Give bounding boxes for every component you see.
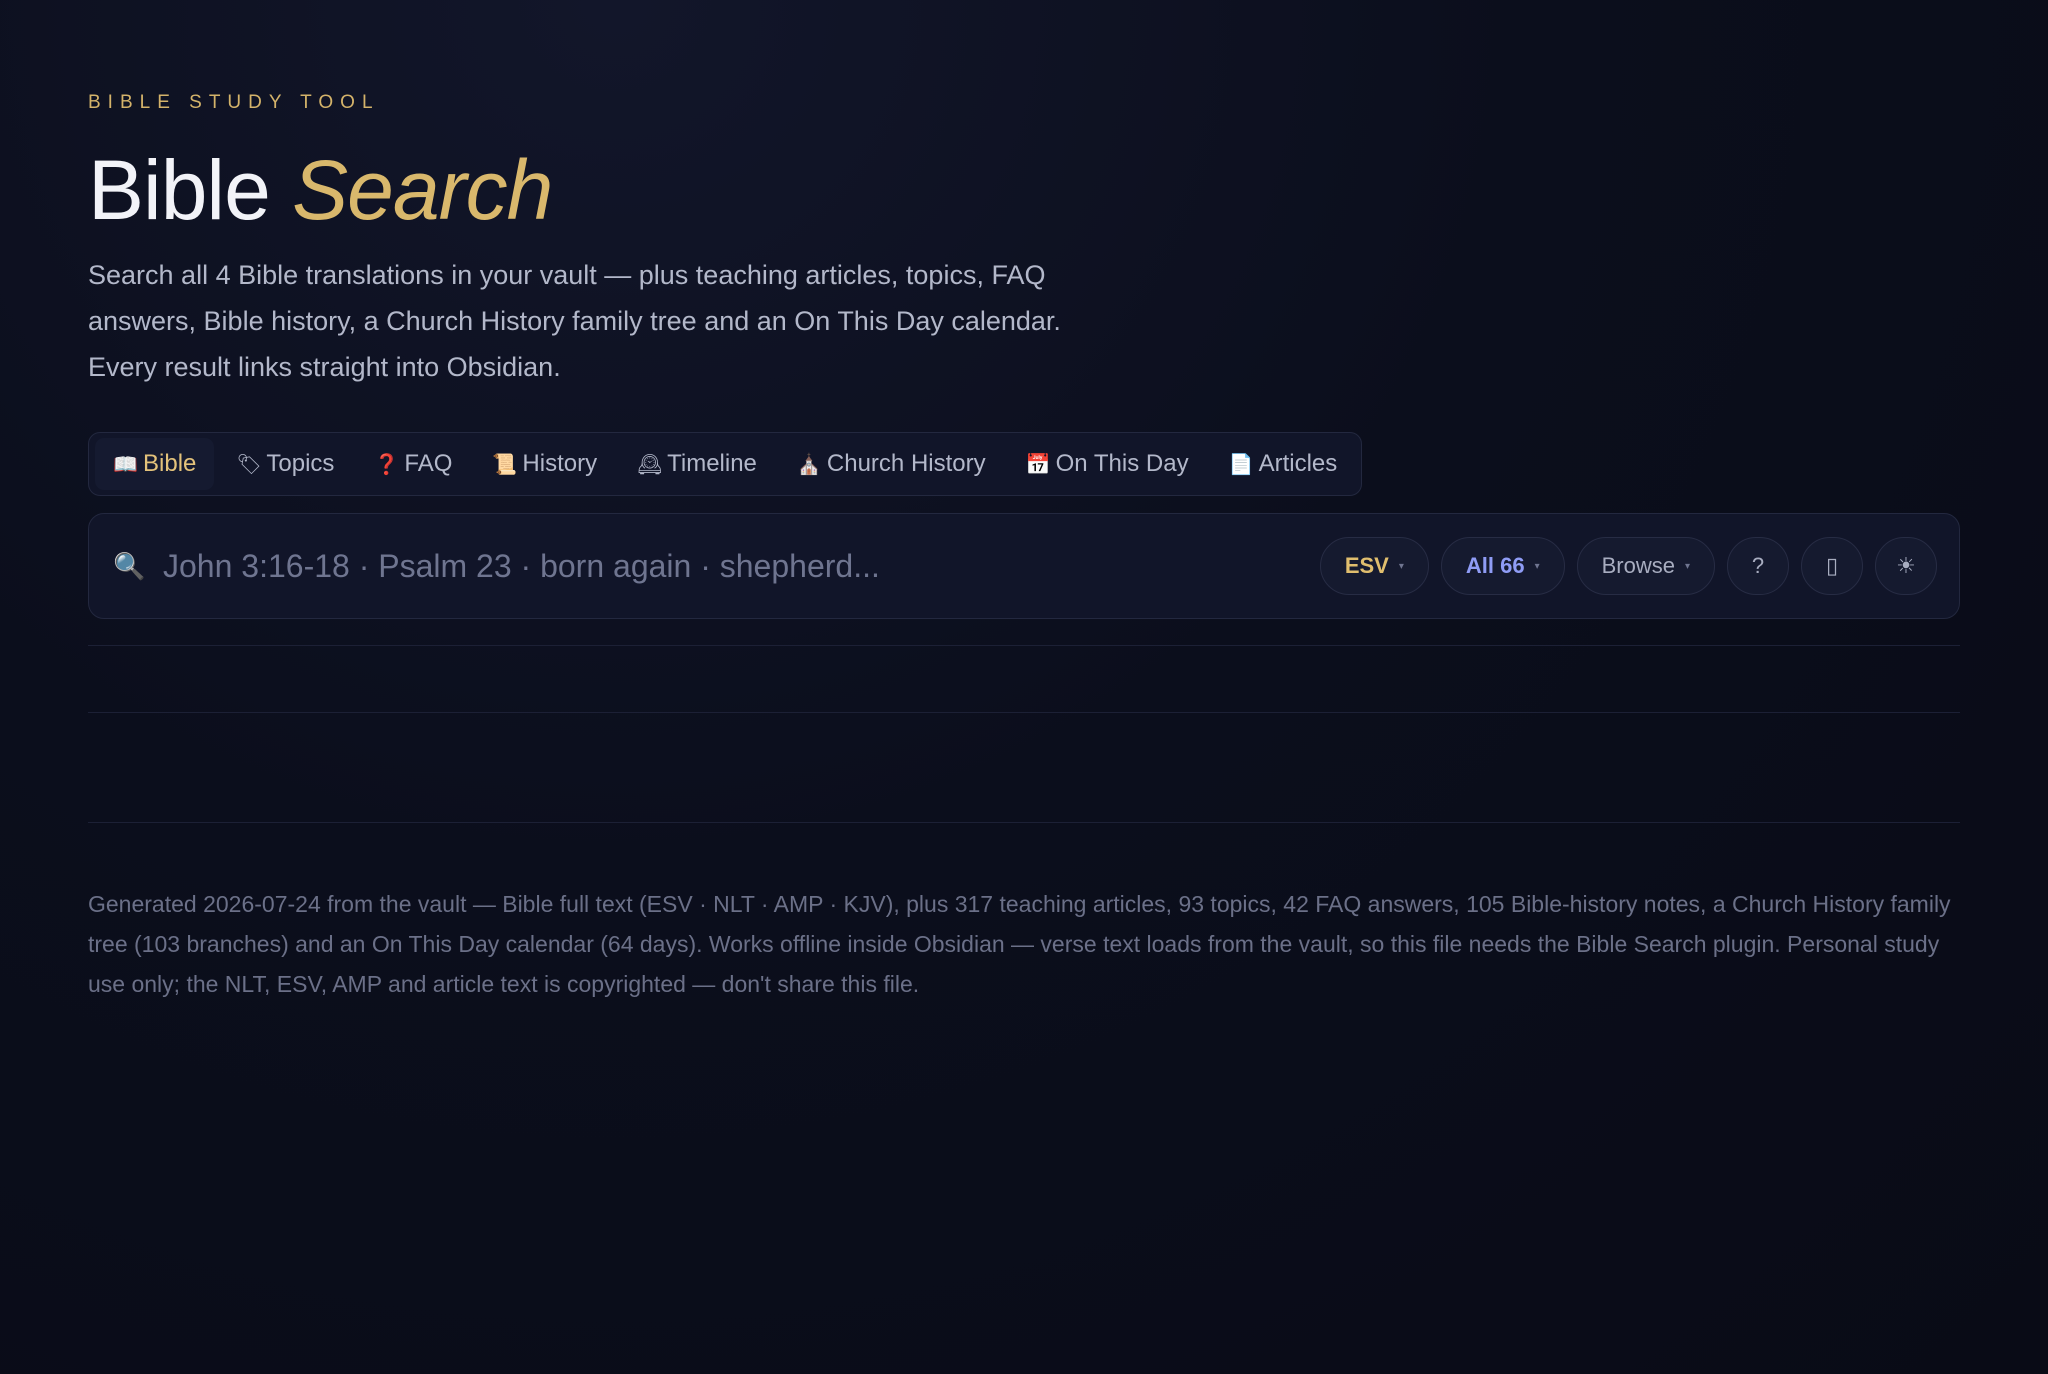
search-controls: ESV ▾ All 66 ▾ Browse ▾ ? ▯ ☀: [1319, 537, 1937, 595]
scope-dropdown[interactable]: All 66 ▾: [1440, 537, 1565, 595]
label-tag-icon: 🏷: [236, 453, 262, 476]
layout-icon: ▯: [1825, 553, 1839, 578]
help-button[interactable]: ?: [1727, 537, 1789, 595]
tab-faq[interactable]: ❓ FAQ: [356, 438, 470, 490]
divider: [88, 712, 1960, 713]
intro-text: Search all 4 Bible translations in your …: [88, 260, 1061, 382]
tab-bible[interactable]: 📖 Bible: [95, 438, 215, 490]
tab-on-this-day[interactable]: 📅 On This Day: [1008, 438, 1207, 490]
eyebrow-label: BIBLE STUDY TOOL: [88, 92, 380, 113]
scroll-icon: 📜: [492, 453, 518, 476]
tab-church-history[interactable]: ⛪ Church History: [779, 438, 1004, 490]
chevron-down-icon: ▾: [1684, 560, 1690, 572]
chevron-down-icon: ▾: [1534, 560, 1540, 572]
document-icon: 📄: [1228, 453, 1254, 476]
search-bar: 🔍 ESV ▾ All 66 ▾ Browse ▾ ? ▯ ☀: [88, 513, 1960, 619]
layout-toggle-button[interactable]: ▯: [1801, 537, 1863, 595]
footer-note: Generated 2026-07-24 from the vault — Bi…: [88, 891, 1951, 997]
tab-bar: 📖 Bible 🏷 Topics ❓ FAQ 📜 History 🕰 Timeline ⛪ Churc…: [88, 432, 1363, 496]
sun-icon: ☀: [1896, 553, 1916, 578]
tab-label: FAQ: [404, 450, 453, 477]
tab-label: Church History: [826, 450, 986, 477]
translation-label: ESV: [1344, 553, 1389, 578]
tab-label: Topics: [266, 450, 335, 477]
page-title: Bible Search: [88, 142, 553, 239]
question-mark-icon: ❓: [374, 453, 400, 476]
title-main: Bible: [88, 143, 271, 237]
browse-label: Browse: [1601, 553, 1675, 578]
chevron-down-icon: ▾: [1398, 560, 1404, 572]
search-icon: 🔍: [113, 550, 146, 581]
title-accent: Search: [292, 143, 553, 237]
tab-articles[interactable]: 📄 Articles: [1211, 438, 1356, 490]
clock-icon: 🕰: [637, 453, 663, 476]
divider: [88, 645, 1960, 646]
calendar-icon: 📅: [1025, 453, 1051, 476]
tab-history[interactable]: 📜 History: [474, 438, 615, 490]
tab-label: Articles: [1258, 450, 1338, 477]
tab-topics[interactable]: 🏷 Topics: [218, 438, 352, 490]
browse-dropdown[interactable]: Browse ▾: [1576, 537, 1715, 595]
tab-timeline[interactable]: 🕰 Timeline: [619, 438, 775, 490]
help-icon: ?: [1751, 553, 1765, 578]
tab-label: Timeline: [667, 450, 757, 477]
scope-label: All 66: [1465, 553, 1525, 578]
translation-dropdown[interactable]: ESV ▾: [1319, 537, 1429, 595]
search-input[interactable]: [163, 547, 1320, 585]
tab-label: Bible: [143, 450, 197, 477]
church-icon: ⛪: [796, 453, 822, 476]
theme-toggle-button[interactable]: ☀: [1875, 537, 1937, 595]
tab-label: History: [522, 450, 598, 477]
divider: [88, 822, 1960, 823]
open-book-icon: 📖: [113, 453, 138, 476]
tab-label: On This Day: [1055, 450, 1189, 477]
